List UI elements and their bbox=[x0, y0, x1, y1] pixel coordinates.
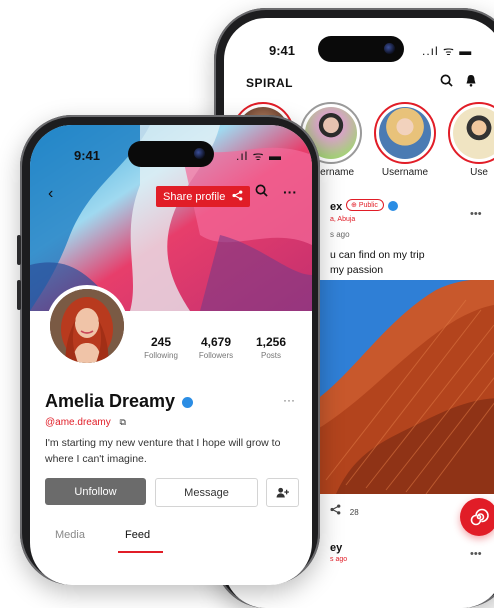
status-time: 9:41 bbox=[269, 43, 296, 58]
post-image[interactable] bbox=[316, 280, 494, 494]
story-item[interactable]: Username bbox=[372, 102, 438, 178]
status-time: 9:41 bbox=[74, 148, 101, 163]
post-caption: u can find on my trip my passion bbox=[330, 249, 425, 276]
stat-followers[interactable]: 4,679 Followers bbox=[188, 335, 244, 360]
spiral-icon bbox=[470, 508, 489, 526]
share-icon[interactable] bbox=[330, 504, 344, 518]
post-location: a, Abuja bbox=[330, 216, 356, 223]
avatar bbox=[50, 289, 124, 363]
stat-following[interactable]: 245 Following bbox=[133, 335, 189, 360]
camera-icon bbox=[194, 148, 205, 159]
share-profile-button[interactable]: Share profile bbox=[156, 186, 251, 207]
front-phone-frame: 9:41 .ıl ᯤ ▬ ‹ Share profile ··· 245 Fol… bbox=[17, 115, 320, 585]
tab-media[interactable]: Media bbox=[55, 529, 85, 541]
story-avatar bbox=[453, 107, 494, 159]
status-icons: .ıl ᯤ ▬ bbox=[236, 149, 282, 163]
header-icons bbox=[440, 74, 477, 90]
post-actions: 28 bbox=[330, 504, 359, 518]
next-post-time: s ago bbox=[330, 556, 348, 563]
post-more-icon[interactable]: ••• bbox=[470, 208, 482, 220]
volume-down-button bbox=[17, 280, 21, 310]
message-button[interactable]: Message bbox=[155, 478, 258, 507]
add-user-button[interactable] bbox=[266, 478, 299, 507]
share-count: 28 bbox=[349, 508, 359, 517]
story-label: Username bbox=[381, 167, 429, 178]
story-item[interactable]: Use bbox=[446, 102, 494, 178]
dynamic-island bbox=[128, 141, 214, 167]
more-options-icon[interactable]: ··· bbox=[283, 184, 297, 200]
status-icons: ..ıl ᯤ ▬ bbox=[422, 44, 473, 58]
visibility-badge: ⊕ Public bbox=[346, 199, 384, 211]
volume-up-button bbox=[17, 235, 21, 265]
spiral-fab-button[interactable] bbox=[460, 498, 494, 536]
copy-icon[interactable]: ⧉ bbox=[120, 417, 126, 427]
globe-icon: ⊕ bbox=[351, 202, 357, 209]
stat-posts[interactable]: 1,256 Posts bbox=[243, 335, 299, 360]
dynamic-island bbox=[318, 36, 404, 62]
verified-icon bbox=[388, 201, 398, 211]
search-icon[interactable] bbox=[255, 184, 268, 200]
front-phone-screen: 9:41 .ıl ᯤ ▬ ‹ Share profile ··· 245 Fol… bbox=[30, 125, 312, 585]
add-user-icon bbox=[276, 487, 289, 498]
story-label: Use bbox=[470, 167, 488, 178]
share-icon bbox=[232, 190, 243, 201]
post-author-name[interactable]: ex bbox=[330, 201, 342, 213]
camera-icon bbox=[384, 43, 395, 54]
verified-icon bbox=[182, 397, 193, 408]
profile-more-icon[interactable]: ··· bbox=[283, 393, 295, 407]
back-button[interactable]: ‹ bbox=[48, 185, 53, 203]
next-post-more-icon[interactable]: ••• bbox=[470, 548, 482, 560]
bell-icon[interactable] bbox=[465, 74, 477, 90]
profile-name: Amelia Dreamy bbox=[45, 391, 176, 411]
app-brand: SPIRAL bbox=[246, 76, 294, 90]
story-avatar bbox=[379, 107, 431, 159]
active-tab-indicator bbox=[118, 551, 163, 553]
post-time: s ago bbox=[330, 230, 350, 239]
profile-avatar[interactable] bbox=[46, 285, 128, 367]
profile-bio: I'm starting my new venture that I hope … bbox=[45, 437, 281, 465]
unfollow-button[interactable]: Unfollow bbox=[45, 478, 146, 505]
tab-feed[interactable]: Feed bbox=[125, 529, 150, 541]
profile-handle: @ame.dreamy ⧉ bbox=[45, 417, 126, 428]
search-icon[interactable] bbox=[440, 74, 457, 90]
next-post-author[interactable]: ey bbox=[330, 542, 342, 554]
